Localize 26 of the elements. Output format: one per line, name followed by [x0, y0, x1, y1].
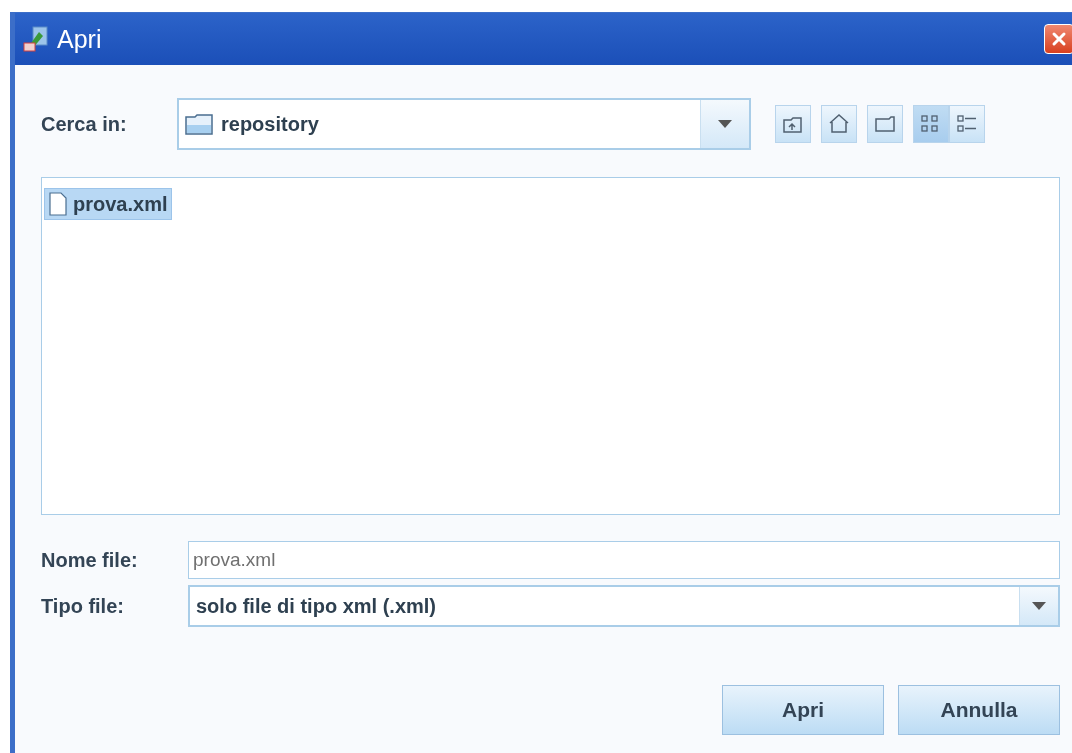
file-list[interactable]: prova.xml [41, 177, 1060, 515]
toolbar-button[interactable] [867, 105, 903, 143]
view-toggle-button[interactable] [913, 105, 949, 143]
file-type-value: solo file di tipo xml (.xml) [196, 594, 437, 618]
dialog-button[interactable]: Apri [722, 685, 884, 735]
folder-icon [185, 113, 213, 135]
close-button[interactable] [1044, 24, 1072, 54]
close-icon [1051, 31, 1067, 47]
app-icon [23, 26, 49, 52]
window-title: Apri [57, 24, 103, 54]
toolbar-button[interactable] [775, 105, 811, 143]
look-in-dropdown[interactable]: repository [177, 98, 751, 150]
look-in-label: Cerca in: [41, 112, 128, 136]
file-name-field[interactable]: prova.xml [188, 541, 1060, 579]
caret-icon [718, 120, 732, 128]
caret-icon [1032, 602, 1046, 610]
look-in-value: repository [221, 112, 319, 136]
file-type-label: Tipo file: [41, 594, 125, 618]
toolbar-button[interactable] [821, 105, 857, 143]
home-icon [827, 112, 851, 136]
file-name-label: Nome file: [41, 548, 139, 572]
file-icon [49, 192, 67, 216]
dialog-button[interactable]: Annulla [898, 685, 1060, 735]
view-toggle-button[interactable] [949, 105, 985, 143]
file-item[interactable]: prova.xml [44, 188, 173, 220]
file-type-dropdown[interactable]: solo file di tipo xml (.xml) [188, 585, 1060, 627]
